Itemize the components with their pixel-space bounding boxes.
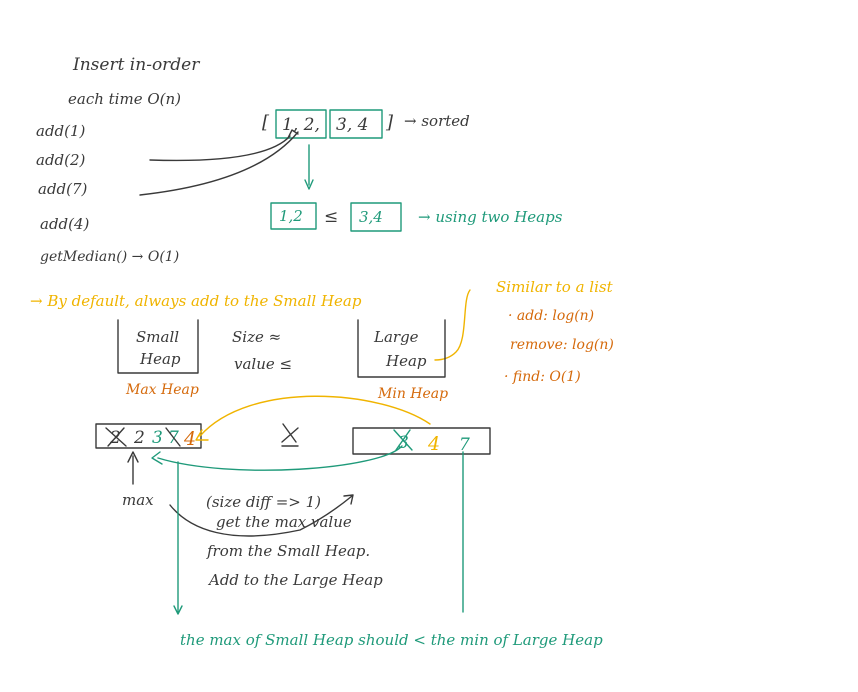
small-val-2: 2	[133, 428, 145, 448]
max-label: max	[122, 491, 154, 509]
op-add-7: add(7)	[38, 180, 88, 198]
similar-to-list: Similar to a list	[496, 278, 614, 296]
large-heap-line2: Heap	[385, 352, 427, 370]
heap-left-values: 1,2	[279, 207, 303, 225]
size-approx: Size ≈	[232, 328, 281, 346]
value-leq: value ≤	[234, 355, 292, 373]
array-left-values: 1, 2,	[282, 115, 320, 135]
heap-right-values: 3,4	[359, 208, 383, 226]
leq-symbol: ≤	[324, 207, 338, 227]
title-insert-in-order: Insert in-order	[72, 55, 200, 75]
array-right-values: 3, 4	[336, 115, 368, 135]
default-small-heap-note: → By default, always add to the Small He…	[30, 292, 362, 310]
whiteboard-canvas: Insert in-order each time O(n) add(1) ad…	[30, 55, 614, 649]
small-heap-line1: Small	[136, 328, 179, 346]
min-heap-label: Min Heap	[377, 386, 448, 402]
step-size-diff: (size diff => 1)	[206, 493, 321, 511]
step-add-large: Add to the Large Heap	[207, 571, 383, 589]
small-heap-line2: Heap	[139, 350, 181, 368]
arrow-add7-curve	[139, 131, 299, 196]
small-val-3: 3	[152, 428, 163, 448]
op-add-4: add(4)	[40, 215, 90, 233]
array-open-bracket: [	[262, 112, 270, 133]
small-val-4: 4	[183, 428, 196, 450]
footer-invariant: the max of Small Heap should < the min o…	[180, 631, 603, 649]
each-time-complexity: each time O(n)	[68, 90, 181, 108]
complexity-find: · find: O(1)	[504, 369, 581, 385]
two-heaps-label: → using two Heaps	[418, 208, 563, 226]
sorted-label: → sorted	[404, 112, 470, 130]
step-get-max: get the max value	[216, 513, 352, 531]
max-heap-label: Max Heap	[125, 382, 199, 398]
yellow-link-curve	[434, 289, 471, 361]
step-from-small: from the Small Heap.	[206, 542, 370, 560]
crossed-compare-icon	[281, 423, 299, 447]
complexity-remove: remove: log(n)	[510, 337, 614, 353]
move-arc-head	[195, 429, 209, 441]
complexity-add: · add: log(n)	[508, 308, 594, 324]
array-close-bracket: ]	[385, 112, 394, 133]
large-val-7: 7	[459, 435, 470, 455]
op-add-1: add(1)	[36, 122, 86, 140]
op-get-median: getMedian() → O(1)	[40, 249, 179, 265]
large-heap-line1: Large	[373, 328, 419, 346]
op-add-2: add(2)	[36, 151, 86, 169]
move-arc-teal-head	[151, 451, 163, 465]
large-val-4: 4	[427, 433, 440, 455]
move-arc-yellow	[199, 395, 431, 437]
